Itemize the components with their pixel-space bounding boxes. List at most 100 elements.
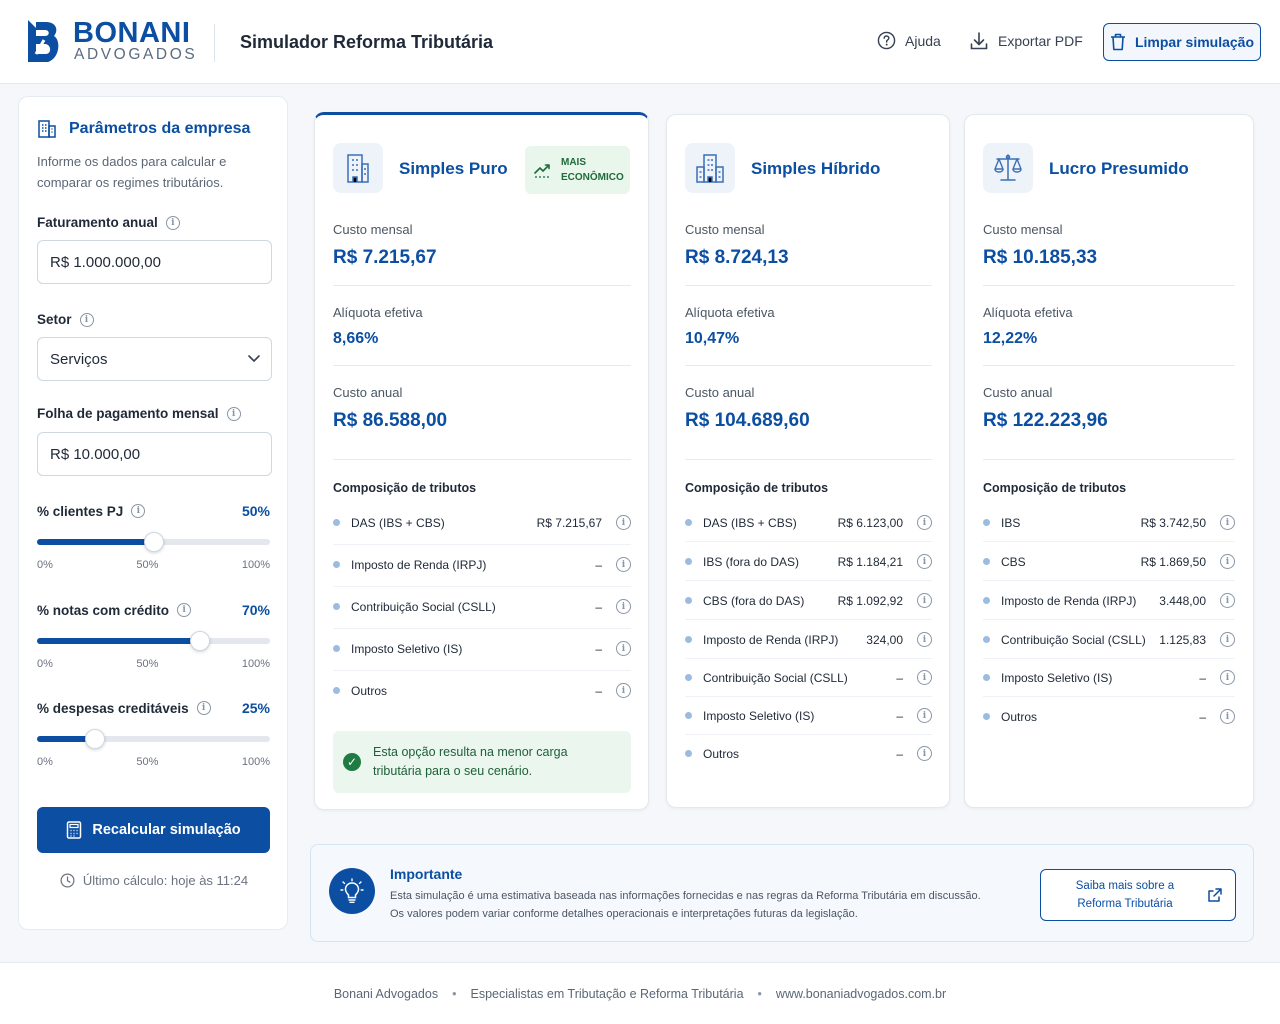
info-icon[interactable]: i	[1220, 670, 1235, 685]
slider-clients-pj: % clientes PJ i 50% 0% 50% 100%	[37, 503, 270, 571]
row-separator	[983, 580, 1235, 581]
learn-more-button[interactable]: Saiba mais sobre a Reforma Tributária	[1040, 869, 1236, 921]
metric-value: R$ 104.689,60	[685, 410, 810, 431]
info-icon[interactable]: i	[165, 215, 180, 230]
tax-amount: –	[595, 557, 602, 572]
bullet	[983, 713, 990, 720]
row-separator	[685, 619, 932, 620]
info-icon[interactable]: i	[917, 632, 932, 647]
calculator-icon	[66, 821, 82, 839]
tax-name: Imposto Seletivo (IS)	[703, 708, 815, 723]
tax-name: Imposto de Renda (IRPJ)	[703, 632, 839, 647]
slider-track[interactable]	[37, 631, 270, 651]
info-icon[interactable]: i	[1220, 593, 1235, 608]
bullet	[333, 519, 340, 526]
tick-label: 50%	[136, 559, 159, 571]
bullet	[685, 674, 692, 681]
tax-row: Outros – i	[983, 709, 1235, 724]
trash-icon	[1110, 33, 1126, 51]
info-icon[interactable]: i	[1220, 709, 1235, 724]
divider	[333, 459, 631, 460]
card-lucro-presumido[interactable]: Lucro Presumido Custo mensal R$ 10.185,3…	[964, 114, 1254, 808]
info-icon[interactable]: i	[917, 593, 932, 608]
card-simples-puro[interactable]: Simples Puro MAIS ECONÔMICO Custo mensal…	[314, 112, 649, 810]
metric-rate: Alíquota efetiva 10,47%	[685, 305, 775, 348]
tax-name: Outros	[1001, 709, 1038, 724]
revenue-input[interactable]: R$ 1.000.000,00	[37, 240, 272, 284]
info-icon[interactable]: i	[616, 515, 631, 530]
slider-track[interactable]	[37, 532, 270, 552]
info-icon[interactable]: i	[1220, 554, 1235, 569]
metric-label: Alíquota efetiva	[333, 305, 423, 320]
row-separator	[685, 580, 932, 581]
building-icon-wrap	[685, 143, 735, 193]
revenue-value: R$ 1.000.000,00	[50, 253, 161, 271]
slider-thumb[interactable]	[85, 729, 106, 749]
row-separator	[983, 658, 1235, 659]
tax-amount: –	[896, 746, 903, 761]
tax-name: CBS (fora do DAS)	[703, 593, 805, 608]
payroll-value: R$ 10.000,00	[50, 445, 141, 463]
info-icon[interactable]: i	[131, 504, 146, 518]
info-icon[interactable]: i	[917, 746, 932, 761]
metric-label: Alíquota efetiva	[983, 305, 1073, 320]
divider	[333, 285, 631, 286]
sector-select[interactable]: Serviços	[37, 337, 272, 381]
bullet	[685, 712, 692, 719]
info-icon[interactable]: i	[917, 670, 932, 685]
tick-label: 100%	[241, 658, 270, 670]
payroll-input[interactable]: R$ 10.000,00	[37, 432, 272, 476]
params-title: Parâmetros da empresa	[69, 120, 251, 137]
help-button[interactable]: Ajuda	[877, 31, 941, 50]
composition-title: Composição de tributos	[685, 481, 829, 495]
info-icon[interactable]: i	[917, 708, 932, 723]
badge-line1: MAIS	[561, 157, 586, 168]
slider-thumb[interactable]	[190, 631, 211, 651]
info-icon[interactable]: i	[616, 683, 631, 698]
tax-row: Imposto de Renda (IRPJ) 3.448,00 i	[983, 593, 1235, 608]
card-simples-hibrido[interactable]: Simples Híbrido Custo mensal R$ 8.724,13…	[666, 114, 950, 808]
important-text: Esta simulação é uma estimativa baseada …	[390, 887, 1010, 923]
info-icon[interactable]: i	[616, 599, 631, 614]
tax-name: Outros	[351, 683, 388, 698]
footer-site-link[interactable]: www.bonaniadvogados.com.br	[776, 987, 946, 1001]
export-label: Exportar PDF	[998, 33, 1083, 49]
recalculate-button[interactable]: Recalcular simulação	[37, 807, 270, 853]
bullet	[983, 558, 990, 565]
tax-row: Imposto Seletivo (IS) – i	[333, 641, 631, 656]
row-separator	[983, 696, 1235, 697]
info-icon[interactable]: i	[79, 312, 94, 327]
slider-track[interactable]	[37, 729, 270, 749]
export-pdf-button[interactable]: Exportar PDF	[969, 31, 1083, 51]
info-icon[interactable]: i	[917, 554, 932, 569]
metric-value: R$ 86.588,00	[333, 410, 448, 431]
download-icon	[969, 31, 989, 51]
metric-rate: Alíquota efetiva 8,66%	[333, 305, 423, 348]
info-icon[interactable]: i	[917, 515, 932, 530]
metric-value: R$ 8.724,13	[685, 247, 789, 268]
info-icon[interactable]: i	[616, 641, 631, 656]
metric-annual: Custo anual R$ 104.689,60	[685, 385, 810, 432]
brand-logo[interactable]: BONANI ADVOGADOS	[26, 17, 195, 66]
tax-amount: –	[896, 670, 903, 685]
tax-row: CBS R$ 1.869,50 i	[983, 554, 1235, 569]
info-icon[interactable]: i	[196, 701, 211, 715]
header-divider	[214, 24, 215, 62]
metric-value: 8,66%	[333, 330, 379, 347]
row-separator	[333, 628, 631, 629]
bullet	[333, 645, 340, 652]
metric-label: Alíquota efetiva	[685, 305, 775, 320]
info-icon[interactable]: i	[226, 406, 241, 421]
slider-fill	[37, 638, 201, 644]
info-icon[interactable]: i	[177, 603, 192, 617]
slider-thumb[interactable]	[143, 532, 164, 552]
row-separator	[685, 658, 932, 659]
info-icon[interactable]: i	[616, 557, 631, 572]
tax-row: Contribuição Social (CSLL) 1.125,83 i	[983, 632, 1235, 647]
clear-simulation-button[interactable]: Limpar simulação	[1103, 23, 1261, 61]
info-icon[interactable]: i	[1220, 515, 1235, 530]
row-separator	[983, 619, 1235, 620]
info-icon[interactable]: i	[1220, 632, 1235, 647]
best-option-note: ✓ Esta opção resulta na menor carga trib…	[333, 731, 631, 793]
external-link-icon	[1207, 887, 1223, 903]
